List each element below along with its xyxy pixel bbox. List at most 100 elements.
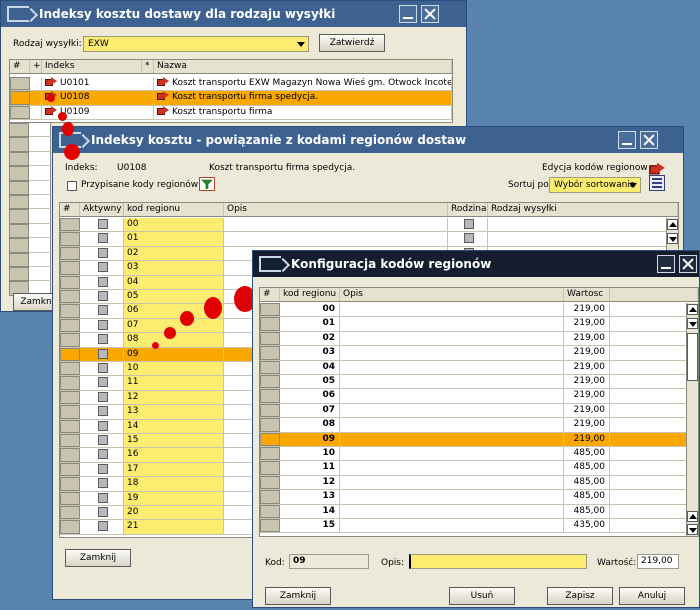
table-row[interactable]: 11 485,00 [260, 461, 698, 476]
active-cell[interactable] [80, 477, 124, 491]
row-selector[interactable] [260, 490, 280, 504]
row-selector[interactable] [60, 491, 80, 505]
row-selector[interactable] [260, 317, 280, 331]
row-selector[interactable] [9, 223, 29, 239]
active-cell[interactable] [80, 218, 124, 232]
scroll-down-icon[interactable] [667, 233, 678, 244]
active-checkbox[interactable] [98, 507, 108, 517]
table-row-selected[interactable]: U0108 Koszt transportu firma spedycja. [10, 91, 452, 106]
row-selector[interactable] [10, 105, 30, 120]
active-cell[interactable] [80, 491, 124, 505]
table-row[interactable]: 06 219,00 [260, 389, 698, 404]
table-row[interactable]: 14 485,00 [260, 504, 698, 519]
row-selector[interactable] [60, 520, 80, 534]
scroll-down-icon[interactable] [687, 318, 698, 329]
arrow-right-icon[interactable] [157, 105, 169, 115]
active-cell[interactable] [80, 333, 124, 347]
row-selector[interactable] [10, 91, 30, 105]
row-selector[interactable] [260, 360, 280, 374]
table-row-selected[interactable]: 09 219,00 [260, 432, 698, 447]
table-row[interactable]: 01 [60, 232, 678, 247]
close-icon[interactable] [640, 131, 658, 149]
active-checkbox[interactable] [98, 363, 108, 373]
active-cell[interactable] [80, 347, 124, 361]
table-row[interactable]: 00 219,00 [260, 303, 698, 318]
table-row[interactable]: U0109 Koszt transportu firma [10, 105, 452, 121]
titlebar[interactable]: Konfiguracja kodów regionów [253, 251, 699, 277]
row-selector[interactable] [9, 209, 29, 224]
table-row[interactable]: 04 219,00 [260, 360, 698, 375]
titlebar[interactable]: Indeksy kosztu - powiązanie z kodami reg… [53, 127, 683, 153]
titlebar[interactable]: Indeksy kosztu dostawy dla rodzaju wysył… [1, 1, 466, 27]
row-selector[interactable] [9, 252, 29, 267]
table-row[interactable]: 13 485,00 [260, 490, 698, 505]
row-selector[interactable] [260, 403, 280, 418]
row-selector[interactable] [60, 246, 80, 261]
row-selector[interactable] [9, 123, 29, 138]
active-cell[interactable] [80, 362, 124, 376]
active-checkbox[interactable] [98, 348, 108, 359]
active-cell[interactable] [80, 405, 124, 419]
active-cell[interactable] [80, 275, 124, 289]
kod-field[interactable]: 09 [289, 554, 369, 569]
row-selector[interactable] [260, 519, 280, 533]
edit-codes-arrow-icon[interactable] [649, 162, 665, 175]
table-row[interactable]: 07 219,00 [260, 403, 698, 419]
row-selector[interactable] [9, 195, 29, 210]
row-selector[interactable] [60, 333, 80, 347]
row-selector[interactable] [60, 362, 80, 376]
active-cell[interactable] [80, 434, 124, 448]
table-row[interactable]: 02 219,00 [260, 331, 698, 347]
active-checkbox[interactable] [98, 377, 108, 388]
minimize-icon[interactable] [399, 5, 417, 23]
row-selector[interactable] [9, 238, 29, 253]
row-selector[interactable] [260, 303, 280, 317]
scrollbar[interactable] [686, 303, 698, 536]
active-checkbox[interactable] [98, 219, 108, 229]
active-checkbox[interactable] [98, 449, 108, 460]
table-row[interactable]: 03 219,00 [260, 346, 698, 361]
row-selector[interactable] [260, 418, 280, 432]
active-cell[interactable] [80, 246, 124, 261]
active-cell[interactable] [80, 419, 124, 433]
save-button[interactable]: Zapisz [547, 587, 613, 605]
table-row[interactable]: 08 219,00 [260, 418, 698, 433]
row-selector[interactable] [60, 390, 80, 405]
row-selector[interactable] [60, 318, 80, 333]
row-selector[interactable] [60, 462, 80, 477]
row-selector[interactable] [60, 347, 80, 361]
opis-input[interactable] [409, 554, 587, 569]
table-row[interactable]: 15 435,00 [260, 519, 698, 534]
family-checkbox[interactable] [464, 233, 474, 244]
row-selector[interactable] [9, 267, 29, 282]
arrow-right-icon[interactable] [157, 91, 169, 101]
row-selector[interactable] [9, 166, 29, 181]
row-selector[interactable] [9, 180, 29, 195]
active-checkbox[interactable] [98, 305, 108, 316]
table-row[interactable]: 12 485,00 [260, 475, 698, 491]
active-checkbox[interactable] [98, 406, 108, 417]
row-selector[interactable] [9, 137, 29, 152]
active-checkbox[interactable] [98, 478, 108, 489]
active-cell[interactable] [80, 304, 124, 318]
active-checkbox[interactable] [98, 233, 108, 244]
scroll-up-icon[interactable] [687, 304, 698, 315]
arrow-right-icon[interactable] [45, 105, 57, 115]
active-cell[interactable] [80, 261, 124, 275]
active-cell[interactable] [80, 376, 124, 390]
active-checkbox[interactable] [98, 334, 108, 345]
sort-select[interactable]: Wybór sortowania [549, 177, 641, 193]
row-selector[interactable] [10, 77, 30, 91]
scroll-down-icon[interactable] [687, 524, 698, 535]
active-cell[interactable] [80, 390, 124, 405]
scroll-up-icon[interactable] [687, 511, 698, 522]
list-icon[interactable] [649, 175, 665, 191]
row-selector[interactable] [60, 405, 80, 419]
active-checkbox[interactable] [98, 435, 108, 445]
active-cell[interactable] [80, 462, 124, 477]
close-icon[interactable] [679, 255, 697, 273]
row-selector[interactable] [60, 261, 80, 275]
minimize-icon[interactable] [618, 131, 636, 149]
row-selector[interactable] [60, 376, 80, 390]
close-icon[interactable] [421, 5, 439, 23]
